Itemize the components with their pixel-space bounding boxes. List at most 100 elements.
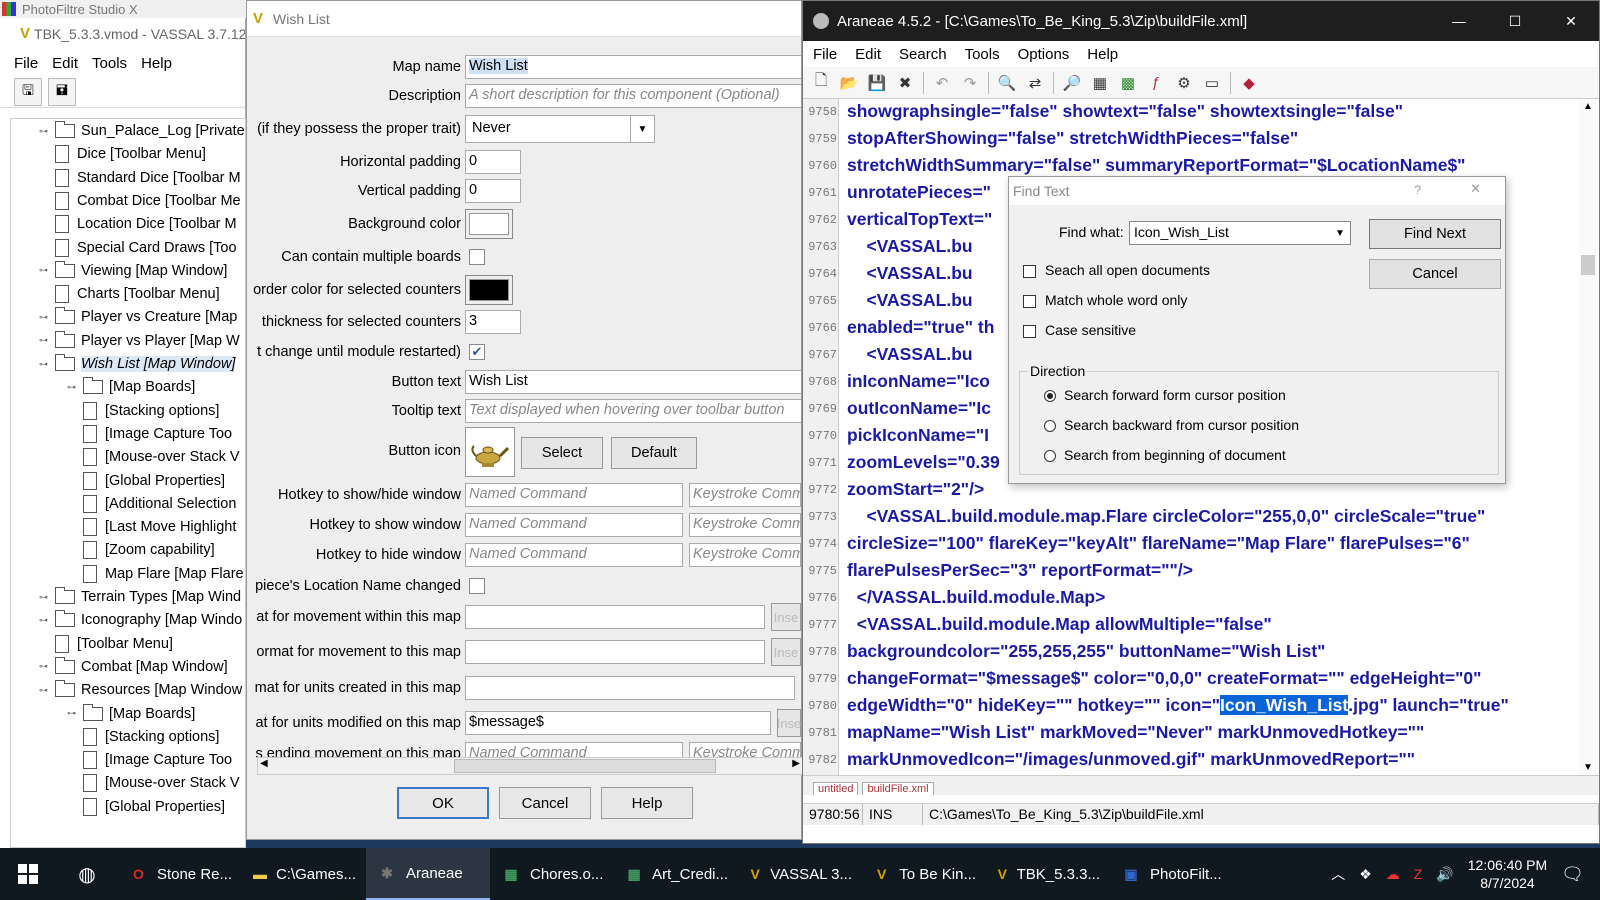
thickness-input[interactable]: 3	[465, 310, 521, 334]
vpad-input[interactable]: 0	[465, 179, 521, 203]
scrollbar-thumb[interactable]	[454, 759, 716, 773]
vassal-menu-tools[interactable]: Tools	[92, 55, 127, 72]
scrollbar-thumb[interactable]	[1581, 255, 1595, 275]
tree-item[interactable]: ⊶ Combat [Map Window]	[39, 655, 228, 679]
notifications-icon[interactable]: 🗨	[1561, 864, 1584, 885]
tree-item[interactable]: Dice [Toolbar Menu]	[39, 142, 206, 166]
close-icon[interactable]: ✕	[1543, 1, 1599, 41]
tree-item[interactable]: [Last Move Highlight	[67, 515, 236, 539]
menu-edit[interactable]: Edit	[855, 46, 881, 63]
ok-button[interactable]: OK	[397, 787, 489, 819]
taskbar-app[interactable]: ▣ PhotoFilt...	[1110, 848, 1234, 900]
tree-item[interactable]: ⊶ Player vs Creature [Map	[39, 305, 237, 329]
background-color-swatch[interactable]	[465, 209, 513, 239]
zoom-icon[interactable]: 🔎	[1062, 73, 1082, 93]
tree-item[interactable]: ⊶ Viewing [Map Window]	[39, 259, 227, 283]
map-name-input[interactable]: Wish List	[465, 55, 801, 79]
tree-item[interactable]: Special Card Draws [Too	[39, 236, 237, 260]
tree-item[interactable]: ⊶ [Map Boards]	[67, 375, 195, 399]
tree-item[interactable]: [Zoom capability]	[67, 538, 215, 562]
close-file-icon[interactable]: ✖	[895, 73, 915, 93]
start-button[interactable]	[0, 848, 56, 900]
expand-toggle-icon[interactable]: ⊶	[39, 312, 49, 323]
tree-item[interactable]: [Image Capture Too	[67, 748, 232, 772]
save-as-button[interactable]: 🖬	[48, 77, 76, 106]
save-icon[interactable]: 💾	[867, 73, 887, 93]
horizontal-scrollbar[interactable]: ◀ ▶	[257, 757, 803, 775]
fmt-within-input[interactable]	[465, 605, 765, 629]
redo-icon[interactable]: ↷	[960, 73, 980, 93]
fmt-within-insert-button[interactable]: Inse	[771, 603, 801, 631]
dir-forward-radio[interactable]	[1044, 390, 1056, 402]
tree-item[interactable]: [Image Capture Too	[67, 422, 232, 446]
tree-item[interactable]: [Mouse-over Stack V	[67, 445, 240, 469]
vassal-menu-file[interactable]: File	[14, 55, 38, 72]
select-icon-button[interactable]: Select	[521, 437, 603, 469]
wish-dialog-title-bar[interactable]: V Wish List	[247, 1, 801, 37]
expand-toggle-icon[interactable]: ⊶	[39, 359, 49, 370]
expand-toggle-icon[interactable]: ⊶	[39, 265, 49, 276]
book-icon[interactable]: ◆	[1239, 73, 1259, 93]
save-button[interactable]: 🖫	[14, 77, 42, 106]
tree-item[interactable]: ⊶ Resources [Map Window	[39, 678, 242, 702]
button-text-input[interactable]: Wish List	[465, 370, 801, 394]
maximize-icon[interactable]: ☐	[1487, 1, 1543, 41]
chevron-up-icon[interactable]: ︿	[1331, 864, 1345, 884]
hk-show-keystroke-input[interactable]: Keystroke Comm	[689, 513, 801, 537]
tree-item[interactable]: Standard Dice [Toolbar M	[39, 166, 241, 190]
vassal-menu-edit[interactable]: Edit	[52, 55, 78, 72]
expand-toggle-icon[interactable]: ⊶	[67, 708, 77, 719]
window-icon[interactable]: ▭	[1202, 73, 1222, 93]
find-icon[interactable]: 🔍	[997, 73, 1017, 93]
tree-item[interactable]: [Additional Selection	[67, 492, 236, 516]
dropbox-icon[interactable]: ❖	[1359, 866, 1372, 883]
tree-item[interactable]: [Stacking options]	[67, 399, 219, 423]
tree-item[interactable]: [Stacking options]	[67, 725, 219, 749]
menu-tools[interactable]: Tools	[965, 46, 1000, 63]
find-cancel-button[interactable]: Cancel	[1369, 259, 1501, 289]
tree-item[interactable]: ⊶ [Map Boards]	[67, 702, 195, 726]
scroll-up-icon[interactable]: ▲	[1583, 101, 1593, 112]
help-button[interactable]: Help	[601, 787, 693, 819]
tree-item[interactable]: [Global Properties]	[67, 795, 225, 819]
menu-file[interactable]: File	[813, 46, 837, 63]
close-icon[interactable]: ✕	[1470, 181, 1481, 197]
taskbar-app[interactable]: V VASSAL 3...	[738, 848, 862, 900]
replace-icon[interactable]: ⇄	[1025, 73, 1045, 93]
new-file-icon[interactable]: 🗋	[811, 72, 831, 93]
minimize-icon[interactable]: —	[1431, 1, 1487, 41]
expand-toggle-icon[interactable]: ⊶	[39, 592, 49, 603]
default-icon-button[interactable]: Default	[611, 437, 697, 469]
taskbar-app[interactable]: ▬ C:\Games...	[242, 848, 366, 900]
cloud-icon[interactable]: ☁	[1386, 866, 1400, 883]
tooltip-input[interactable]: Text displayed when hovering over toolba…	[465, 399, 801, 423]
restart-checkbox[interactable]: ✔	[469, 344, 485, 360]
dir-begin-radio[interactable]	[1044, 450, 1056, 462]
expand-toggle-icon[interactable]: ⊶	[39, 615, 49, 626]
expand-toggle-icon[interactable]: ⊶	[39, 685, 49, 696]
border-color-swatch[interactable]	[465, 275, 513, 305]
find-what-combo[interactable]: Icon_Wish_List ▼	[1129, 221, 1351, 245]
find-next-button[interactable]: Find Next	[1369, 219, 1501, 249]
taskbar-app[interactable]: V To Be Kin...	[862, 848, 986, 900]
search-all-docs-checkbox[interactable]	[1023, 265, 1036, 278]
tree-item[interactable]: ⊶ Wish List [Map Window]	[39, 352, 236, 376]
scroll-down-icon[interactable]: ▼	[1583, 762, 1593, 773]
cancel-button[interactable]: Cancel	[499, 787, 591, 819]
volume-icon[interactable]: 🔊	[1436, 866, 1453, 883]
undo-icon[interactable]: ↶	[932, 73, 952, 93]
module-component-tree[interactable]: ⊶ Sun_Palace_Log [Private Dice [Toolbar Me…	[10, 118, 246, 848]
search-button[interactable]: ◍	[56, 848, 118, 900]
tree-item[interactable]: Charts [Toolbar Menu]	[39, 282, 220, 306]
photofiltre-window-strip[interactable]: PhotoFiltre Studio X	[0, 0, 260, 18]
fmt-to-insert-button[interactable]: Inse	[771, 638, 801, 666]
hk-showhide-keystroke-input[interactable]: Keystroke Comm	[689, 483, 801, 507]
fmt-modified-insert-button[interactable]: Inse	[777, 709, 801, 737]
hk-showhide-named-input[interactable]: Named Command	[465, 483, 683, 507]
taskbar-app[interactable]: O Stone Re...	[118, 848, 242, 900]
scroll-left-icon[interactable]: ◀	[260, 758, 268, 769]
araneae-title-bar[interactable]: Araneae 4.5.2 - [C:\Games\To_Be_King_5.3…	[803, 1, 1599, 41]
tree-item[interactable]: ⊶ Iconography [Map Windo	[39, 608, 242, 632]
filezilla-icon[interactable]: Z	[1414, 866, 1423, 882]
taskbar-app[interactable]: V TBK_5.3.3...	[986, 848, 1110, 900]
